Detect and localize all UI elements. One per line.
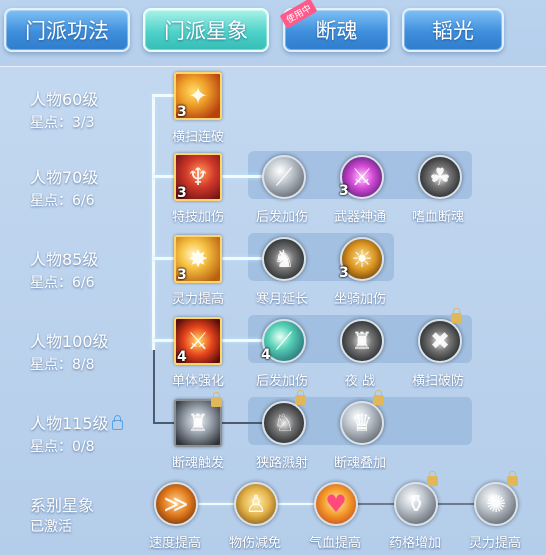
skill-label: 单体强化 xyxy=(171,374,224,389)
skill-label: 特技加伤 xyxy=(171,210,224,225)
branch-85 xyxy=(152,257,174,260)
branch-60 xyxy=(152,94,174,97)
lock-icon xyxy=(373,390,384,405)
system-star-node[interactable]: ♥ xyxy=(310,478,358,526)
skill-node[interactable]: ✦ 3 xyxy=(174,72,222,120)
level-60-points: 星点：3/3 xyxy=(30,115,95,131)
system-stars-title: 系别星象 xyxy=(30,496,95,515)
level-70-label: 人物70级 xyxy=(30,168,99,187)
lock-icon xyxy=(427,471,438,486)
star-count: 3 xyxy=(339,183,349,199)
skill-label: 寒月延长 xyxy=(255,292,308,307)
spirit-icon: ✺ xyxy=(474,482,518,526)
skill-node[interactable]: ☘ xyxy=(414,151,462,199)
skill-label: 坐骑加伤 xyxy=(333,292,386,307)
system-star-node[interactable]: ≫ xyxy=(150,478,198,526)
skill-label: 狭路溅射 xyxy=(255,456,308,471)
system-star-label: 速度提高 xyxy=(148,536,201,551)
lock-icon xyxy=(295,390,306,405)
lock-icon xyxy=(507,471,518,486)
level-70-points: 星点：6/6 xyxy=(30,193,95,209)
system-star-label: 药格增加 xyxy=(388,536,441,551)
star-count: 4 xyxy=(177,349,187,365)
level-100-points: 星点：8/8 xyxy=(30,357,95,373)
blood-claw-icon: ☘ xyxy=(418,155,462,199)
system-star-node[interactable]: ✺ xyxy=(470,471,518,526)
skill-node[interactable]: ♆ 3 xyxy=(174,153,222,201)
star-count: 3 xyxy=(339,265,349,281)
branch-100 xyxy=(152,339,174,342)
shadow-warrior-icon: ♞ xyxy=(262,237,306,281)
skill-label: 横扫连破 xyxy=(171,130,224,145)
level-100-label: 人物100级 xyxy=(30,332,109,351)
system-star-label: 灵力提高 xyxy=(468,536,521,551)
in-use-badge: 使用中 xyxy=(279,0,318,29)
level-85-points: 星点：6/6 xyxy=(30,275,95,291)
skill-node[interactable]: ♜ xyxy=(336,315,384,363)
lock-icon xyxy=(111,414,123,430)
branch-70 xyxy=(152,175,174,178)
skill-node[interactable]: ☀ 3 xyxy=(336,233,384,281)
star-count: 3 xyxy=(177,185,187,201)
system-star-label: 气血提高 xyxy=(308,536,361,551)
skill-label: 横扫破防 xyxy=(411,374,464,389)
system-star-node[interactable]: ♙ xyxy=(230,478,278,526)
level-115-label: 人物115级 xyxy=(30,410,123,434)
speed-icon: ≫ xyxy=(154,482,198,526)
tab-taoguang[interactable]: 韬光 xyxy=(402,8,504,52)
break-defense-icon: ✖ xyxy=(418,319,462,363)
heart-icon: ♥ xyxy=(314,482,358,526)
skill-label: 后发加伤 xyxy=(255,210,308,225)
skill-label: 后发加伤 xyxy=(255,374,308,389)
night-fighter-icon: ♜ xyxy=(340,319,384,363)
system-star-label: 物伤减免 xyxy=(228,536,281,551)
skill-node[interactable]: ✸ 3 xyxy=(174,235,222,283)
level-85-label: 人物85级 xyxy=(30,250,99,269)
system-star-node[interactable]: ⚱ xyxy=(390,471,438,526)
level-115-points: 星点：0/8 xyxy=(30,439,95,455)
tab-label: 断魂 xyxy=(315,19,358,43)
skill-node[interactable]: ♜ xyxy=(174,392,222,447)
tab-sect-skills[interactable]: 门派功法 xyxy=(4,8,130,52)
skill-node[interactable]: ⟋ xyxy=(258,151,306,199)
skill-node[interactable]: ⟋ 4 xyxy=(258,315,306,363)
skill-node[interactable]: ♛ xyxy=(336,390,384,445)
skill-label: 嗜血断魂 xyxy=(411,210,464,225)
lock-icon xyxy=(451,308,462,323)
skill-label: 武器神通 xyxy=(333,210,386,225)
skill-label: 灵力提高 xyxy=(171,292,224,307)
slash-icon: ⟋ xyxy=(262,155,306,199)
tab-label: 门派星象 xyxy=(164,19,248,43)
star-count: 3 xyxy=(177,104,187,120)
skill-node[interactable]: ⚔ 3 xyxy=(336,151,384,199)
giant-icon: ♛ xyxy=(340,401,384,445)
tab-sect-stars[interactable]: 门派星象 xyxy=(143,8,269,52)
skill-node[interactable]: ♞ xyxy=(258,233,306,281)
star-count: 4 xyxy=(261,347,271,363)
branch-115 xyxy=(153,422,174,424)
tab-label: 韬光 xyxy=(432,19,474,43)
level-60-label: 人物60级 xyxy=(30,90,99,109)
skill-label: 断魂叠加 xyxy=(333,456,386,471)
potion-icon: ⚱ xyxy=(394,482,438,526)
system-stars-status: 已激活 xyxy=(30,519,72,535)
tab-duanhun[interactable]: 使用中 断魂 xyxy=(279,0,390,52)
shield-figure-icon: ♙ xyxy=(234,482,278,526)
skill-label: 断魂触发 xyxy=(171,456,224,471)
tab-label: 门派功法 xyxy=(25,19,109,43)
leaping-warrior-icon: ♘ xyxy=(262,401,306,445)
skill-node[interactable]: ♘ xyxy=(258,390,306,445)
skill-node[interactable]: ✖ xyxy=(414,308,462,363)
level-115-text: 人物115级 xyxy=(30,414,109,433)
skill-label: 夜 战 xyxy=(344,374,376,389)
star-count: 3 xyxy=(177,267,187,283)
skill-node[interactable]: ⚔ 4 xyxy=(174,317,222,365)
lock-icon xyxy=(211,392,222,407)
